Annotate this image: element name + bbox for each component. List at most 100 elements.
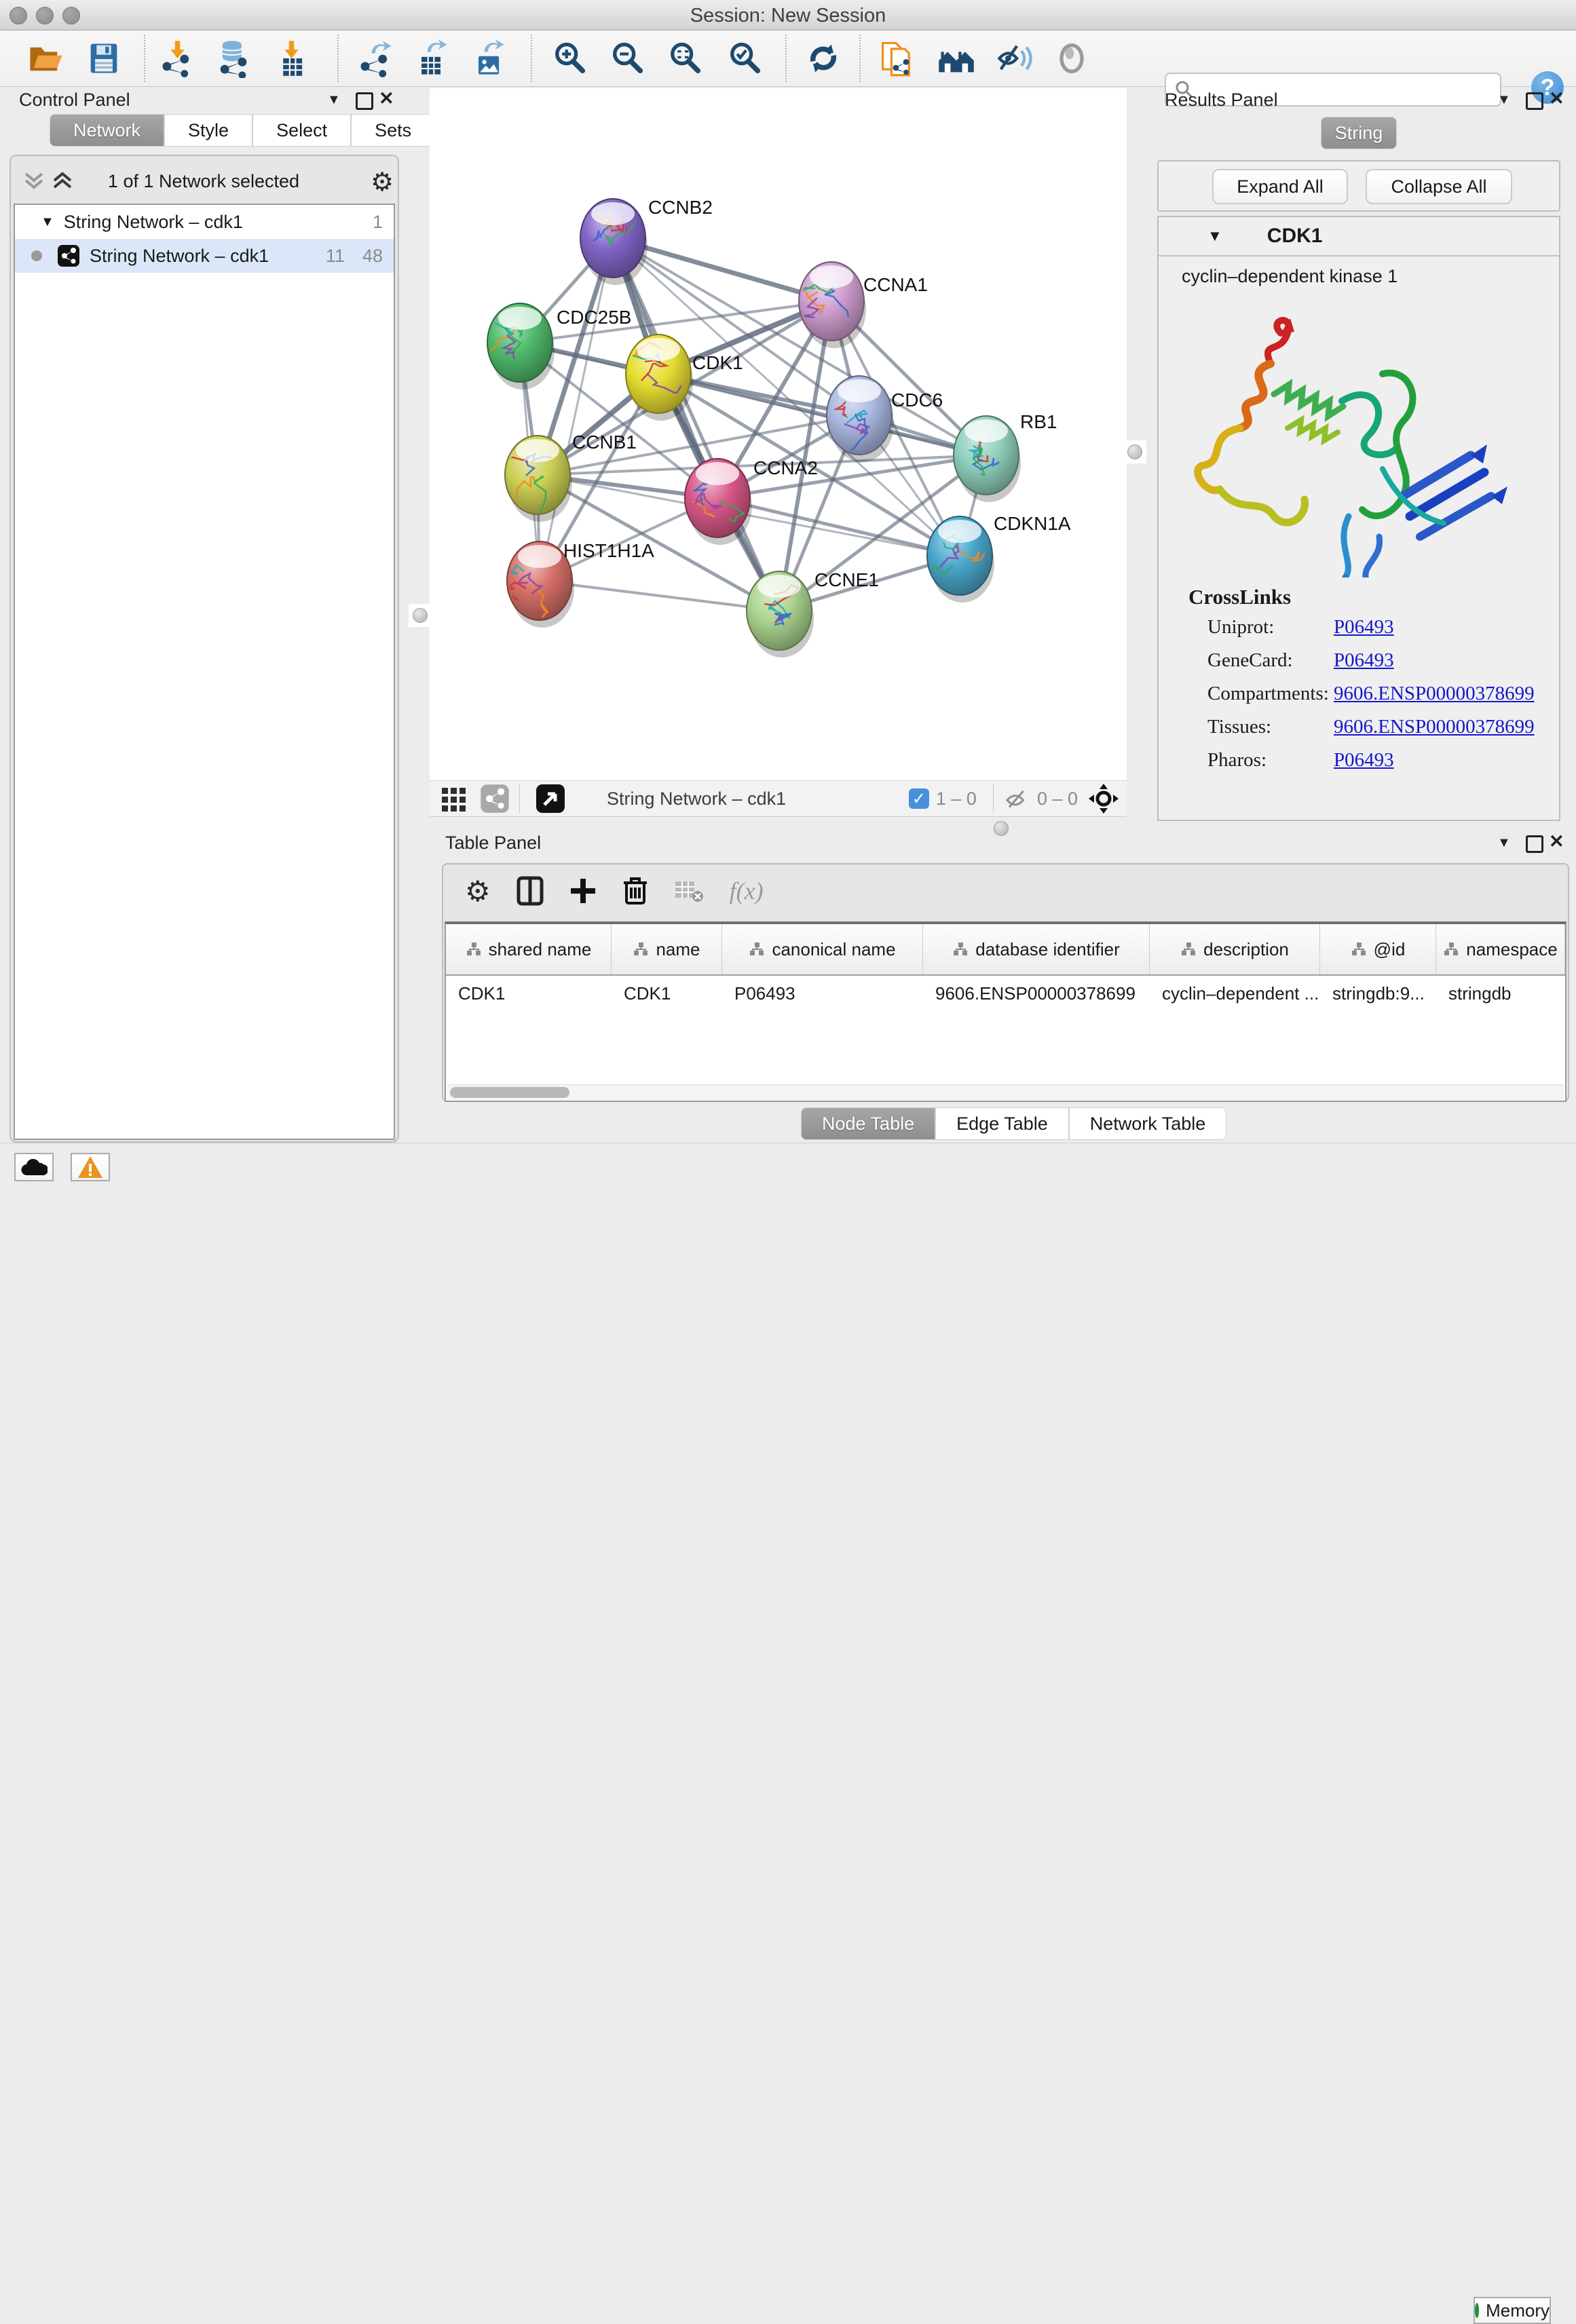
selected-checkbox-icon[interactable]: ✓ (909, 788, 929, 809)
results-panel-close-icon[interactable]: ✕ (1549, 88, 1564, 109)
warning-button[interactable] (71, 1153, 110, 1181)
crosslink-label: Tissues: (1207, 716, 1334, 738)
toolbar-separator (859, 35, 861, 82)
grid-mode-icon[interactable] (439, 784, 469, 814)
open-in-window-icon[interactable] (535, 783, 566, 814)
zoom-in-icon[interactable] (548, 37, 590, 79)
node-CCNE1[interactable]: CCNE1 (747, 569, 879, 658)
node-HIST1H1A[interactable]: HIST1H1A (498, 540, 654, 628)
show-columns-icon[interactable] (517, 876, 544, 906)
collapse-all-button[interactable]: Collapse All (1366, 169, 1512, 204)
table-panel-menu-icon[interactable]: ▼ (1497, 835, 1511, 851)
left-splitter-handle[interactable] (409, 604, 432, 627)
export-network-icon[interactable] (354, 37, 396, 79)
table-cell[interactable]: CDK1 (612, 983, 722, 1004)
tab-style[interactable]: Style (164, 114, 252, 147)
table-panel-close-icon[interactable]: ✕ (1549, 831, 1564, 852)
table-panel-float-icon[interactable] (1526, 835, 1543, 853)
table-cell[interactable]: 9606.ENSP00000378699 (923, 983, 1150, 1004)
gene-header-row[interactable]: ▼ CDK1 (1159, 217, 1559, 256)
tab-network[interactable]: Network (50, 114, 164, 147)
tab-network-table[interactable]: Network Table (1069, 1107, 1227, 1140)
delete-table-icon[interactable] (674, 879, 704, 903)
node-CCNB2[interactable]: CCNB2 (580, 197, 713, 285)
network-row-selected[interactable]: String Network – cdk1 11 48 (15, 239, 394, 273)
column-header-description[interactable]: description (1150, 924, 1320, 974)
import-table-icon[interactable] (270, 37, 312, 79)
collapse-expand-chevrons[interactable] (23, 170, 77, 194)
crosslink-value-link[interactable]: 9606.ENSP00000378699 (1334, 716, 1535, 738)
tab-sets[interactable]: Sets (351, 114, 435, 147)
edge-HIST1H1A-CCNE1[interactable] (540, 581, 779, 611)
right-splitter-handle[interactable] (1123, 440, 1146, 463)
network-collection-row[interactable]: ▼ String Network – cdk1 1 (15, 205, 394, 239)
collapse-triangle-icon[interactable]: ▼ (1207, 227, 1222, 245)
network-graph[interactable]: CCNB2CCNA1CDC25BCDK1CDC6RB1CCNB1CCNA2CDK… (430, 88, 1127, 780)
column-header-name[interactable]: name (612, 924, 722, 974)
node-CDKN1A[interactable]: CDKN1A (927, 513, 1071, 603)
crosslink-value-link[interactable]: 9606.ENSP00000378699 (1334, 683, 1535, 705)
column-header-canonical-name[interactable]: canonical name (722, 924, 923, 974)
expand-triangle-icon[interactable]: ▼ (41, 214, 54, 230)
bottom-splitter-handle[interactable] (990, 817, 1013, 840)
export-image-icon[interactable] (467, 37, 509, 79)
table-cell[interactable]: stringdb (1436, 983, 1565, 1004)
node-label-CCNA2: CCNA2 (753, 457, 818, 478)
crosslink-row: Compartments:9606.ENSP00000378699 (1207, 683, 1559, 705)
show-eye-icon[interactable] (1051, 37, 1093, 79)
scrollbar-thumb[interactable] (450, 1087, 569, 1098)
table-settings-gear-icon[interactable]: ⚙ (465, 875, 491, 908)
network-panel-gear-icon[interactable]: ⚙ (371, 167, 394, 197)
control-panel-menu-icon[interactable]: ▼ (327, 92, 341, 108)
export-table-icon[interactable] (410, 37, 452, 79)
tab-select[interactable]: Select (252, 114, 351, 147)
results-panel-menu-icon[interactable]: ▼ (1497, 92, 1511, 108)
control-panel-close-icon[interactable]: ✕ (379, 88, 394, 109)
table-cell[interactable]: stringdb:9... (1320, 983, 1436, 1004)
table-cell[interactable]: cyclin–dependent ... (1150, 983, 1320, 1004)
refresh-icon[interactable] (802, 37, 844, 79)
zoom-out-icon[interactable] (606, 37, 648, 79)
memory-button[interactable]: Memory (1474, 2297, 1551, 2324)
zoom-selected-icon[interactable] (724, 37, 766, 79)
delete-column-icon[interactable] (622, 876, 648, 906)
open-session-icon[interactable] (24, 37, 67, 79)
edge-CCNB2-HIST1H1A[interactable] (540, 238, 613, 581)
node-RB1[interactable]: RB1 (954, 411, 1057, 502)
hidden-eye-icon[interactable] (1003, 785, 1030, 812)
crosslink-value-link[interactable]: P06493 (1334, 749, 1394, 772)
import-network-database-icon[interactable] (212, 37, 255, 79)
cloud-button[interactable] (14, 1153, 54, 1181)
tab-edge-table[interactable]: Edge Table (935, 1107, 1069, 1140)
hide-unhide-icon[interactable] (994, 37, 1036, 79)
function-builder-icon[interactable]: f(x) (730, 877, 764, 905)
import-network-file-icon[interactable] (156, 37, 198, 79)
table-cell[interactable]: P06493 (722, 983, 923, 1004)
node-CDC25B[interactable]: CDC25B (468, 303, 631, 389)
crosslink-value-link[interactable]: P06493 (1334, 616, 1394, 639)
string-home-icon[interactable] (935, 37, 977, 79)
column-header-database-identifier[interactable]: database identifier (923, 924, 1150, 974)
network-canvas[interactable]: CCNB2CCNA1CDC25BCDK1CDC6RB1CCNB1CCNA2CDK… (430, 88, 1127, 780)
crosslink-value-link[interactable]: P06493 (1334, 649, 1394, 672)
string-export-icon[interactable] (876, 37, 918, 79)
tab-string[interactable]: String (1321, 117, 1397, 149)
table-cell[interactable]: CDK1 (446, 983, 612, 1004)
control-panel-float-icon[interactable] (356, 92, 373, 110)
expand-all-button[interactable]: Expand All (1212, 169, 1348, 204)
column-header-namespace[interactable]: namespace (1436, 924, 1565, 974)
crosslink-row: Pharos:P06493 (1207, 749, 1559, 772)
table-row[interactable]: CDK1CDK1P064939606.ENSP00000378699cyclin… (446, 976, 1565, 1011)
string-view-icon[interactable] (480, 784, 510, 814)
results-panel-float-icon[interactable] (1526, 92, 1543, 110)
network-collection-count: 1 (373, 212, 383, 233)
fit-crosshair-icon[interactable] (1087, 782, 1120, 815)
zoom-fit-icon[interactable] (664, 37, 706, 79)
add-column-icon[interactable] (569, 877, 597, 904)
tab-node-table[interactable]: Node Table (801, 1107, 935, 1140)
save-session-icon[interactable] (83, 37, 125, 79)
edge-CCNA2-CDKN1A[interactable] (717, 498, 960, 556)
column-header-shared-name[interactable]: shared name (446, 924, 612, 974)
table-horizontal-scrollbar[interactable] (447, 1084, 1564, 1100)
column-header--id[interactable]: @id (1320, 924, 1436, 974)
